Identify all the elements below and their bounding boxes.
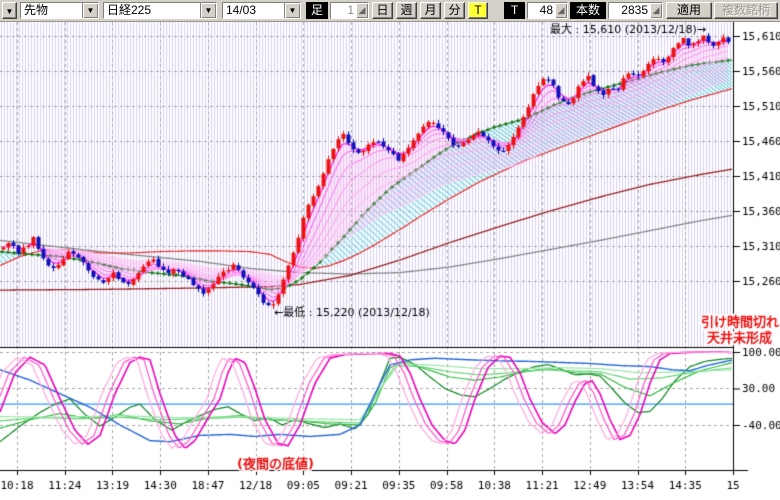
chart-area[interactable] [0, 22, 780, 500]
toolbar: ▼ 先物 ▼ 日経225 ▼ 14/03 ▼ 足 1 ◢ 日 週 月 分 T T… [0, 0, 780, 22]
chevron-down-icon: ▼ [6, 7, 14, 16]
bar-count-label: 本数 [570, 2, 606, 19]
contract-month-select[interactable]: 14/03 ▼ [222, 2, 301, 19]
tick-size-value: 48 [528, 3, 555, 18]
tick-size-label: T [504, 2, 525, 19]
period-day-button[interactable]: 日 [372, 2, 393, 19]
bar-count-value: 2835 [609, 3, 650, 18]
dropdown-arrow-icon[interactable]: ▼ [200, 3, 216, 18]
collapse-toolbar-button[interactable]: ▼ [2, 2, 17, 19]
spin-handle-icon[interactable]: ◢ [650, 3, 662, 18]
dropdown-arrow-icon[interactable]: ▼ [284, 3, 300, 18]
multi-symbol-button: 複数銘柄 [714, 2, 778, 19]
symbol-select[interactable]: 日経225 ▼ [103, 2, 217, 19]
dropdown-arrow-icon[interactable]: ▼ [82, 3, 98, 18]
spin-handle-icon[interactable]: ◢ [555, 3, 567, 18]
chart-application-window: ▼ 先物 ▼ 日経225 ▼ 14/03 ▼ 足 1 ◢ 日 週 月 分 T T… [0, 0, 780, 500]
tick-size-input[interactable]: 48 ◢ [527, 2, 568, 19]
bar-type-label: 足 [306, 2, 328, 19]
period-week-button[interactable]: 週 [396, 2, 417, 19]
bar-count-input[interactable]: 2835 ◢ [608, 2, 663, 19]
spin-handle-icon[interactable]: ◢ [356, 3, 368, 18]
symbol-value: 日経225 [104, 3, 200, 18]
bar-interval-input[interactable]: 1 ◢ [330, 2, 369, 19]
bar-interval-value: 1 [331, 3, 356, 18]
instrument-type-value: 先物 [21, 3, 82, 18]
apply-button[interactable]: 適用 [666, 2, 712, 19]
instrument-type-select[interactable]: 先物 ▼ [20, 2, 99, 19]
period-tick-button-active[interactable]: T [468, 2, 488, 19]
period-minute-button[interactable]: 分 [444, 2, 465, 19]
contract-month-value: 14/03 [223, 3, 284, 18]
period-month-button[interactable]: 月 [420, 2, 441, 19]
